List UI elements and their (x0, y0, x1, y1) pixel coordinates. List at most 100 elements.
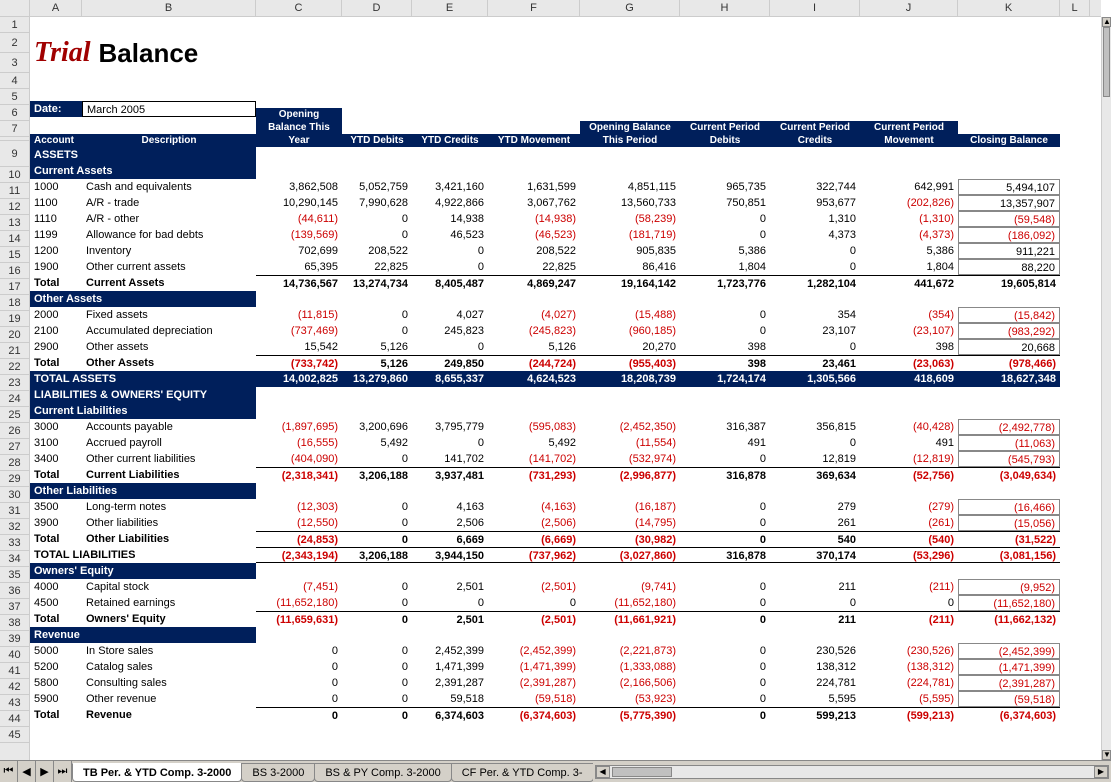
cell[interactable]: (540) (860, 531, 958, 547)
cell[interactable]: (11,652,180) (958, 595, 1060, 611)
cell[interactable]: (595,083) (488, 419, 580, 435)
cell[interactable]: Other Liabilities (82, 531, 256, 547)
cell[interactable]: (12,303) (256, 499, 342, 515)
row-header-38[interactable]: 38 (0, 615, 29, 631)
cell[interactable]: 23,107 (770, 323, 860, 339)
cell[interactable]: 1,804 (860, 259, 958, 275)
cell[interactable]: 3400 (30, 451, 82, 467)
cell[interactable]: Other liabilities (82, 515, 256, 531)
cell[interactable]: 5,494,107 (958, 179, 1060, 195)
col-header-F[interactable]: F (488, 0, 580, 16)
col-header-G[interactable]: G (580, 0, 680, 16)
cell[interactable]: 905,835 (580, 243, 680, 259)
cell[interactable]: 3,206,188 (342, 467, 412, 483)
cell[interactable]: Inventory (82, 243, 256, 259)
tab-first-button[interactable]: ⏮ (0, 761, 18, 782)
cell[interactable]: (59,548) (958, 211, 1060, 227)
cell[interactable]: 4,869,247 (488, 275, 580, 291)
cell[interactable]: 0 (770, 259, 860, 275)
cell[interactable]: 750,851 (680, 195, 770, 211)
cell[interactable]: (279) (860, 499, 958, 515)
cell[interactable]: (2,452,399) (958, 643, 1060, 659)
cell[interactable]: 1000 (30, 179, 82, 195)
date-value[interactable]: March 2005 (82, 101, 256, 117)
cell[interactable]: 20,270 (580, 339, 680, 355)
cell[interactable]: (983,292) (958, 323, 1060, 339)
cell[interactable]: 4500 (30, 595, 82, 611)
cell[interactable]: (46,523) (488, 227, 580, 243)
cell[interactable]: (6,669) (488, 531, 580, 547)
cell[interactable]: 369,634 (770, 467, 860, 483)
row-header-9[interactable]: 9 (0, 141, 29, 167)
cell[interactable]: (2,343,194) (256, 547, 342, 563)
cell[interactable]: 0 (680, 531, 770, 547)
row-header-27[interactable]: 27 (0, 439, 29, 455)
cell[interactable]: Other assets (82, 339, 256, 355)
cell[interactable]: (211) (860, 611, 958, 627)
cell[interactable]: 13,357,907 (958, 195, 1060, 211)
sheet-tab[interactable]: TB Per. & YTD Comp. 3-2000 (72, 763, 242, 782)
cell[interactable]: 3,937,481 (412, 467, 488, 483)
tab-prev-button[interactable]: ◀ (18, 761, 36, 782)
cell[interactable]: 965,735 (680, 179, 770, 195)
cell[interactable]: (11,661,921) (580, 611, 680, 627)
cell[interactable]: 6,669 (412, 531, 488, 547)
cell[interactable]: (11,652,180) (580, 595, 680, 611)
row-header-43[interactable]: 43 (0, 695, 29, 711)
cell[interactable]: (1,471,399) (488, 659, 580, 675)
cell[interactable]: 4,851,115 (580, 179, 680, 195)
cell[interactable]: Owners' Equity (82, 611, 256, 627)
cell[interactable]: 0 (680, 611, 770, 627)
cell[interactable]: TOTAL ASSETS (30, 371, 256, 387)
cell[interactable]: 0 (342, 707, 412, 723)
cell[interactable]: 5,126 (342, 355, 412, 371)
cell[interactable]: 0 (342, 579, 412, 595)
cell[interactable]: TOTAL LIABILITIES (30, 547, 256, 563)
row-header-10[interactable]: 10 (0, 167, 29, 183)
cell[interactable]: 14,002,825 (256, 371, 342, 387)
cell[interactable]: Accumulated depreciation (82, 323, 256, 339)
cell[interactable]: (955,403) (580, 355, 680, 371)
cell[interactable]: 0 (680, 707, 770, 723)
row-header-21[interactable]: 21 (0, 343, 29, 359)
cell[interactable]: 13,274,734 (342, 275, 412, 291)
cell[interactable]: 0 (412, 339, 488, 355)
cell[interactable]: 211 (770, 579, 860, 595)
tab-last-button[interactable]: ⏭ (54, 761, 72, 782)
col-header-D[interactable]: D (342, 0, 412, 16)
row-header-12[interactable]: 12 (0, 199, 29, 215)
cell[interactable]: (2,452,350) (580, 419, 680, 435)
cell[interactable]: 22,825 (342, 259, 412, 275)
cell[interactable]: 0 (342, 515, 412, 531)
col-header-J[interactable]: J (860, 0, 958, 16)
cell[interactable]: 0 (488, 595, 580, 611)
cell[interactable]: 5200 (30, 659, 82, 675)
cell[interactable]: 3,944,150 (412, 547, 488, 563)
cell[interactable]: Fixed assets (82, 307, 256, 323)
cell[interactable]: 3,206,188 (342, 547, 412, 563)
cell[interactable]: 86,416 (580, 259, 680, 275)
cell[interactable]: 0 (412, 259, 488, 275)
cell[interactable]: 3,200,696 (342, 419, 412, 435)
cell[interactable]: Catalog sales (82, 659, 256, 675)
cell[interactable]: (15,842) (958, 307, 1060, 323)
cell[interactable]: 0 (342, 691, 412, 707)
cell[interactable]: 398 (680, 339, 770, 355)
cell[interactable]: 208,522 (342, 243, 412, 259)
cell[interactable]: Total (30, 531, 82, 547)
cell[interactable]: (2,506) (488, 515, 580, 531)
cell[interactable]: 0 (770, 595, 860, 611)
cell[interactable]: 5800 (30, 675, 82, 691)
cell[interactable]: (186,092) (958, 227, 1060, 243)
cell[interactable]: (4,027) (488, 307, 580, 323)
cell[interactable]: 0 (342, 499, 412, 515)
cell[interactable]: (4,163) (488, 499, 580, 515)
cell[interactable]: A/R - trade (82, 195, 256, 211)
row-header-22[interactable]: 22 (0, 359, 29, 375)
cell[interactable]: Revenue (82, 707, 256, 723)
cell[interactable]: (11,554) (580, 435, 680, 451)
cell[interactable]: 0 (770, 435, 860, 451)
cell[interactable]: (9,741) (580, 579, 680, 595)
cell[interactable]: 2,452,399 (412, 643, 488, 659)
cell[interactable]: (731,293) (488, 467, 580, 483)
